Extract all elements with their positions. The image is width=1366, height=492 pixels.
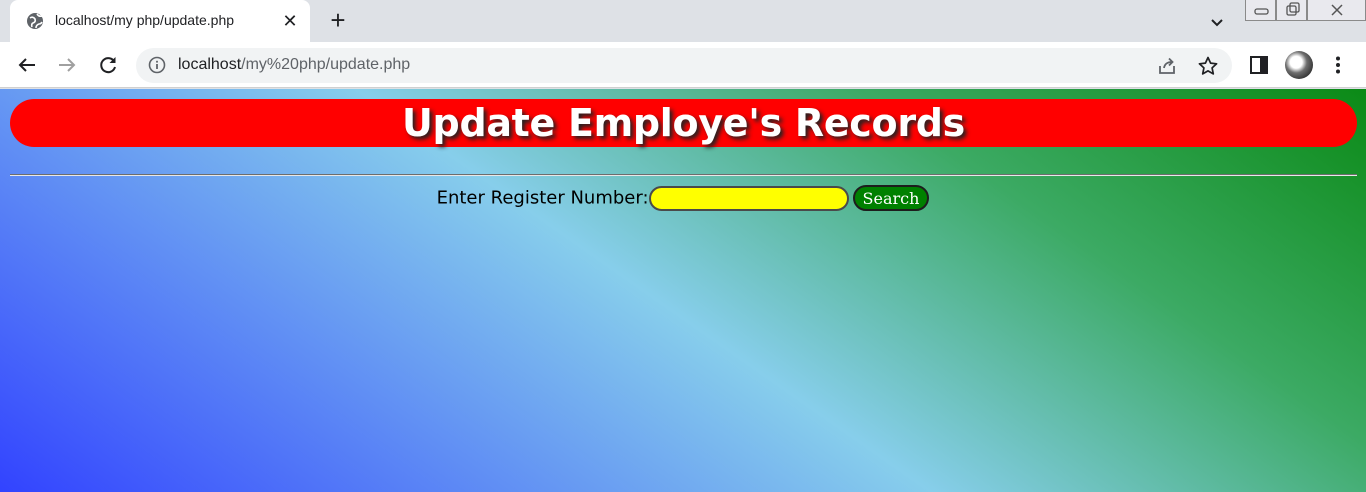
url-path: /my%20php/update.php: [241, 56, 411, 73]
more-vert-icon[interactable]: [1327, 54, 1349, 76]
horizontal-rule: [10, 174, 1357, 176]
restore-button[interactable]: [1276, 0, 1307, 21]
tab-title: localhost/my php/update.php: [55, 12, 235, 28]
register-number-input[interactable]: [648, 185, 849, 211]
info-icon[interactable]: [148, 56, 166, 74]
back-arrow-icon[interactable]: [15, 53, 39, 77]
browser-toolbar: localhost/my%20php/update.php: [0, 42, 1366, 88]
heading-banner: Update Employe's Records: [10, 99, 1357, 147]
url-text[interactable]: localhost/my%20php/update.php: [178, 56, 410, 74]
search-form: Enter Register Number: Search: [0, 185, 1366, 211]
register-number-label: Enter Register Number:: [436, 187, 649, 209]
close-icon[interactable]: ✕: [280, 11, 300, 31]
close-window-icon: [1331, 4, 1343, 16]
side-panel-icon[interactable]: [1249, 55, 1269, 75]
page-title: Update Employe's Records: [401, 101, 965, 145]
star-icon[interactable]: [1197, 55, 1219, 77]
plus-icon[interactable]: +: [326, 7, 350, 33]
tab-strip: localhost/my php/update.php ✕ +: [0, 0, 1366, 42]
forward-arrow-icon[interactable]: [55, 53, 79, 77]
url-host: localhost: [178, 56, 242, 73]
search-button[interactable]: Search: [852, 185, 930, 211]
address-bar[interactable]: localhost/my%20php/update.php: [136, 48, 1232, 83]
window-controls: [1245, 0, 1366, 21]
chevron-down-icon[interactable]: [1206, 12, 1228, 32]
globe-icon: [27, 13, 43, 29]
minimize-icon: [1254, 8, 1269, 15]
avatar[interactable]: [1285, 51, 1313, 79]
share-icon[interactable]: [1156, 55, 1178, 77]
restore-icon: [1286, 2, 1300, 16]
reload-icon[interactable]: [96, 53, 120, 77]
close-window-button[interactable]: [1307, 0, 1366, 21]
tab-active[interactable]: localhost/my php/update.php ✕: [10, 0, 310, 42]
page-content: Update Employe's Records Enter Register …: [0, 89, 1366, 492]
minimize-button[interactable]: [1245, 0, 1276, 21]
